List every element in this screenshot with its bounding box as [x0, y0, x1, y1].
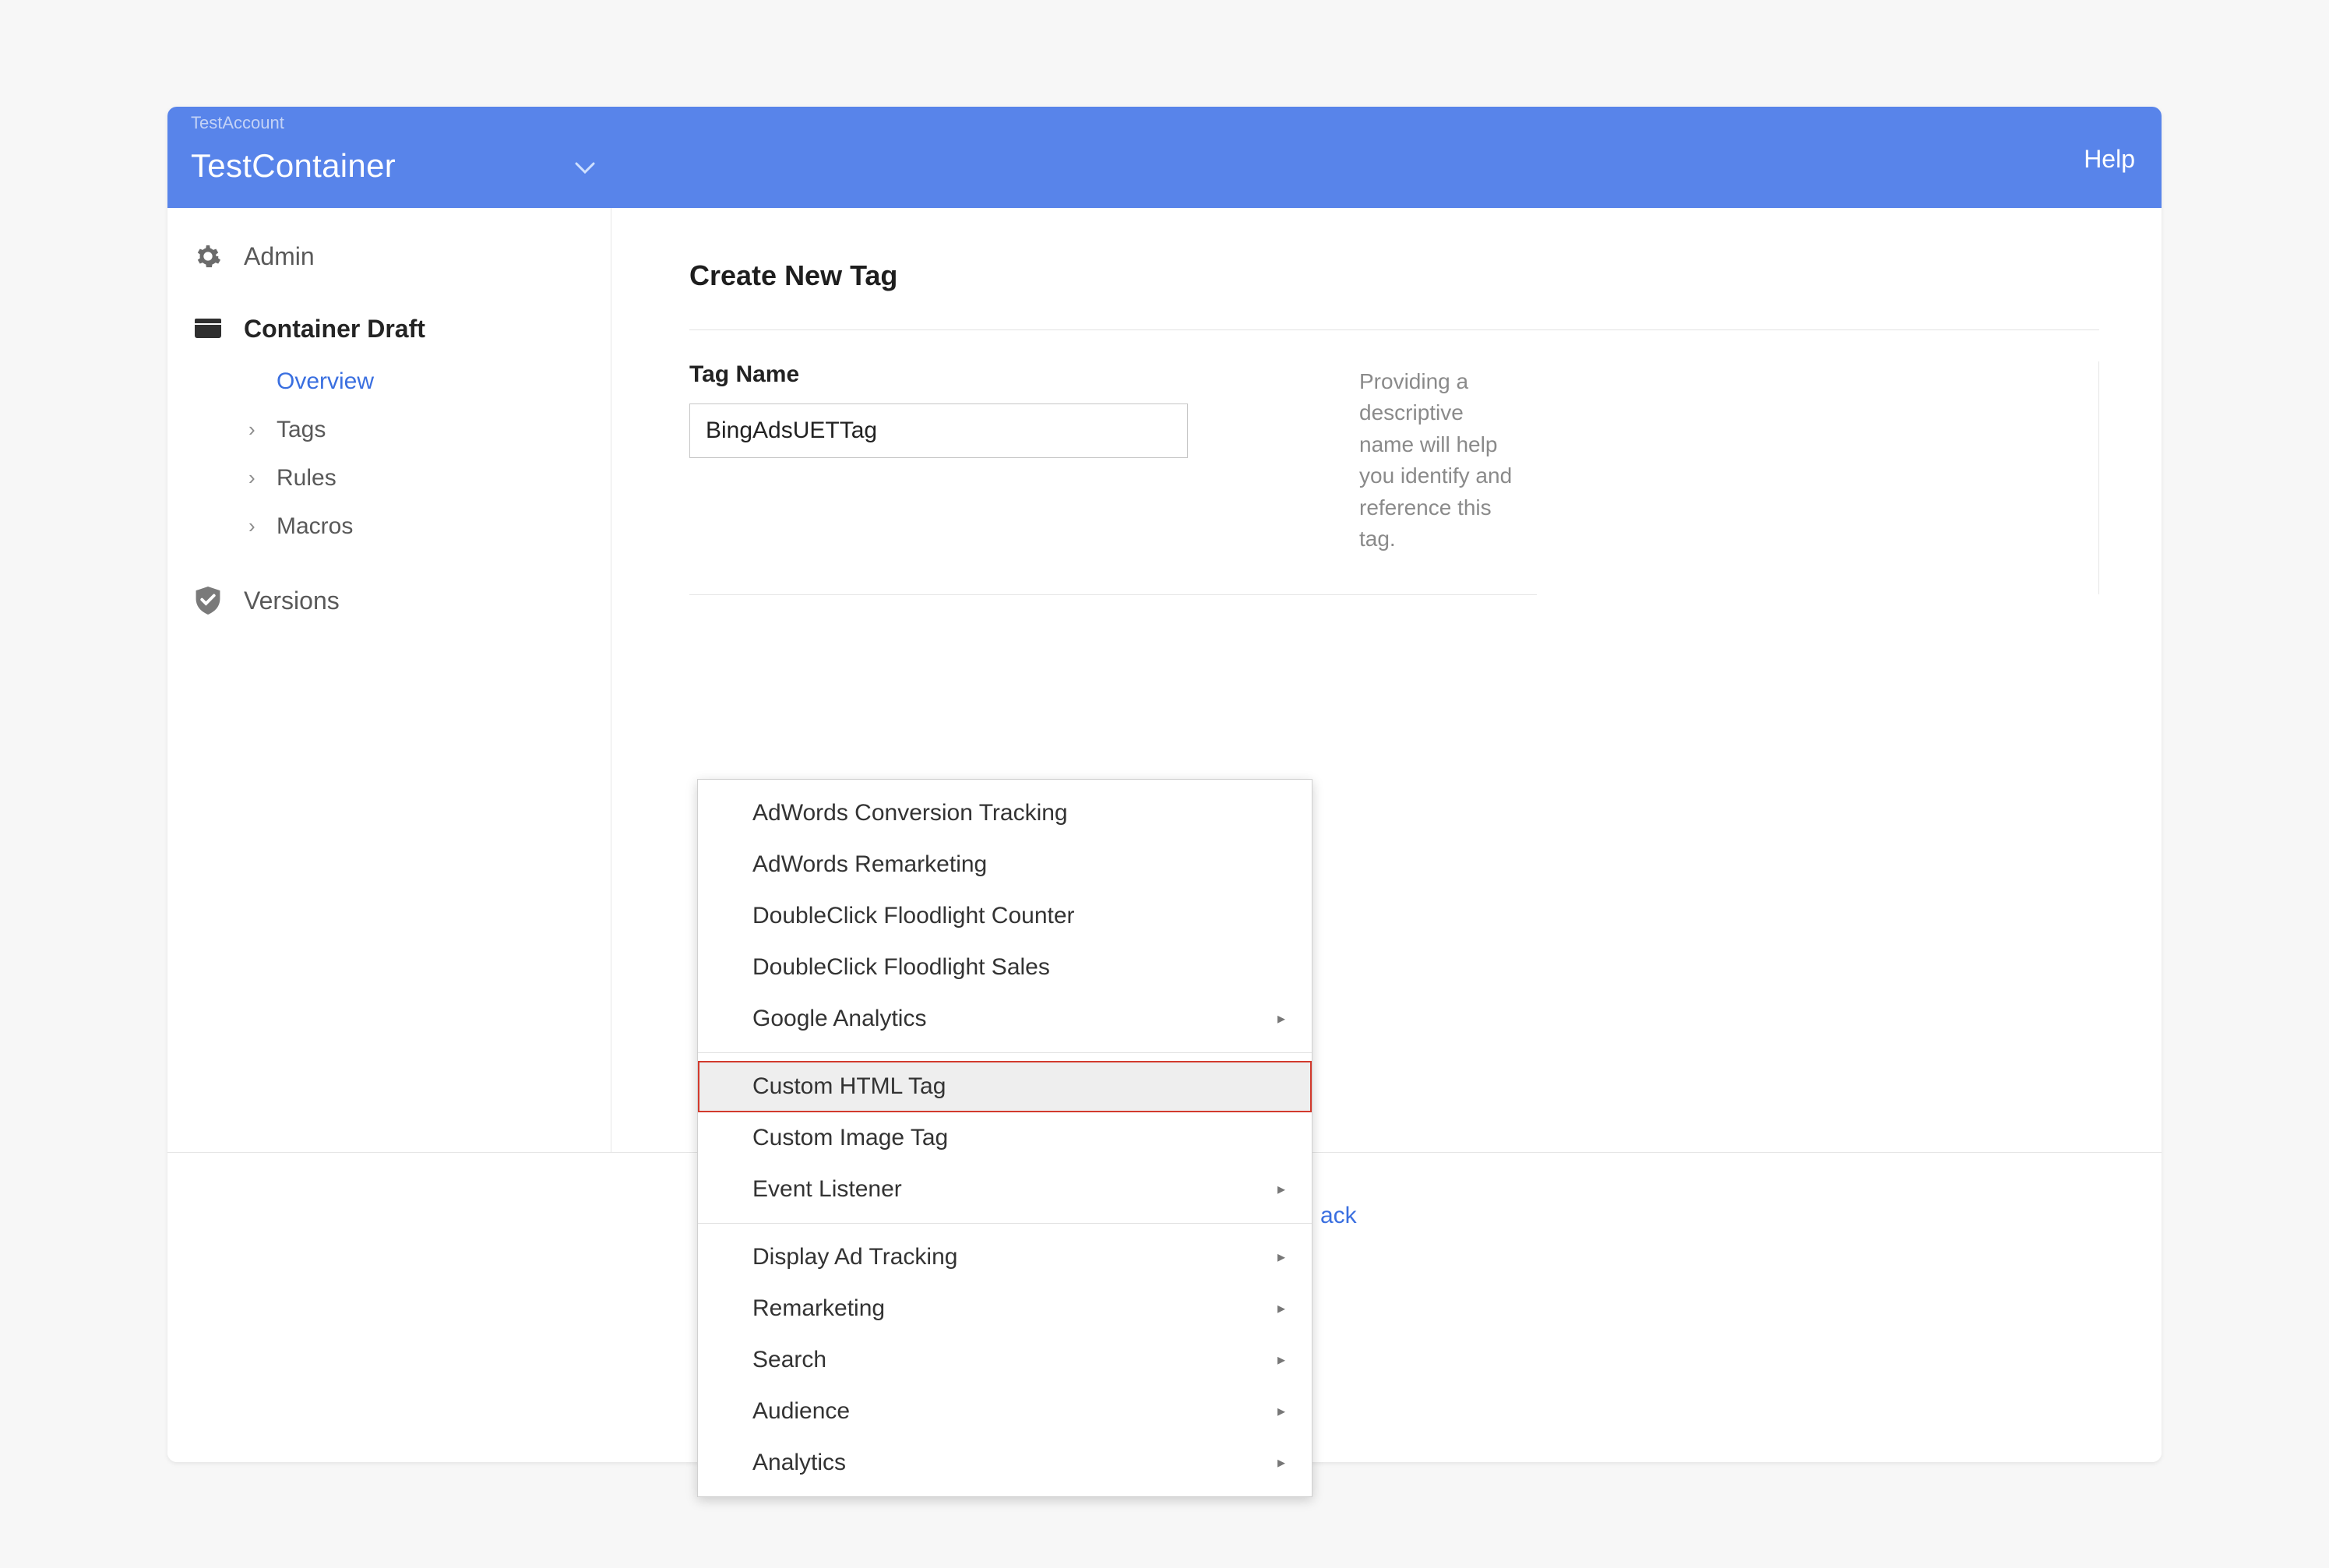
tag-name-input[interactable] — [689, 403, 1188, 458]
dropdown-item-label: AdWords Conversion Tracking — [752, 800, 1068, 826]
help-link[interactable]: Help — [2084, 140, 2135, 174]
folder-icon — [192, 318, 224, 340]
dropdown-item-adwords-conversion[interactable]: AdWords Conversion Tracking — [698, 788, 1312, 839]
dropdown-item-label: DoubleClick Floodlight Counter — [752, 903, 1075, 929]
submenu-arrow-icon: ▸ — [1277, 1009, 1285, 1028]
sidebar-item-macros[interactable]: › Macros — [248, 502, 611, 551]
page-title: Create New Tag — [689, 259, 2099, 292]
dropdown-item-doubleclick-counter[interactable]: DoubleClick Floodlight Counter — [698, 890, 1312, 942]
dropdown-item-label: Custom HTML Tag — [752, 1073, 946, 1100]
container-dropdown[interactable]: TestContainer — [191, 130, 396, 185]
feedback-link-fragment[interactable]: ack — [1320, 1203, 1357, 1229]
sidebar-container-draft[interactable]: Container Draft — [167, 301, 611, 358]
app-window: TestAccount TestContainer Help Admin — [167, 107, 2162, 1462]
dropdown-item-custom-html-tag[interactable]: Custom HTML Tag — [698, 1061, 1312, 1112]
dropdown-item-audience[interactable]: Audience ▸ — [698, 1386, 1312, 1437]
submenu-arrow-icon: ▸ — [1277, 1350, 1285, 1369]
sidebar-item-label: Overview — [277, 368, 374, 395]
top-bar: TestAccount TestContainer Help — [167, 107, 2162, 208]
sidebar-item-label: Rules — [277, 465, 336, 492]
dropdown-item-event-listener[interactable]: Event Listener ▸ — [698, 1164, 1312, 1215]
sidebar-item-label: Macros — [277, 513, 353, 540]
tag-name-row: Tag Name Providing a descriptive name wi… — [689, 361, 2099, 595]
chevron-right-icon: › — [248, 466, 277, 490]
dropdown-item-label: Event Listener — [752, 1176, 902, 1203]
submenu-arrow-icon: ▸ — [1277, 1298, 1285, 1318]
dropdown-item-label: Audience — [752, 1398, 850, 1425]
dropdown-item-label: DoubleClick Floodlight Sales — [752, 954, 1050, 981]
shield-check-icon — [192, 587, 224, 615]
divider — [689, 329, 2099, 330]
dropdown-item-adwords-remarketing[interactable]: AdWords Remarketing — [698, 839, 1312, 890]
dropdown-group-3: Display Ad Tracking ▸ Remarketing ▸ Search… — [698, 1224, 1312, 1496]
dropdown-item-label: AdWords Remarketing — [752, 851, 987, 878]
dropdown-item-label: Display Ad Tracking — [752, 1244, 957, 1270]
dropdown-item-doubleclick-sales[interactable]: DoubleClick Floodlight Sales — [698, 942, 1312, 993]
dropdown-item-analytics[interactable]: Analytics ▸ — [698, 1437, 1312, 1489]
dropdown-item-search[interactable]: Search ▸ — [698, 1334, 1312, 1386]
tag-name-label: Tag Name — [689, 361, 1359, 388]
sidebar-sublist: Overview › Tags › Rules › Macros — [167, 358, 611, 551]
submenu-arrow-icon: ▸ — [1277, 1247, 1285, 1267]
sidebar-item-label: Tags — [277, 417, 326, 443]
gear-icon — [192, 243, 224, 270]
dropdown-group-2: Custom HTML Tag Custom Image Tag Event L… — [698, 1053, 1312, 1223]
sidebar-item-overview[interactable]: Overview — [248, 358, 611, 406]
dropdown-item-label: Custom Image Tag — [752, 1125, 948, 1151]
sidebar-versions-label: Versions — [244, 587, 340, 615]
tag-type-dropdown: AdWords Conversion Tracking AdWords Rema… — [697, 779, 1312, 1497]
submenu-arrow-icon: ▸ — [1277, 1179, 1285, 1199]
dropdown-item-remarketing[interactable]: Remarketing ▸ — [698, 1283, 1312, 1334]
sidebar-admin[interactable]: Admin — [167, 228, 611, 285]
tag-name-hint: Providing a descriptive name will help y… — [1359, 361, 1523, 556]
dropdown-item-display-ad-tracking[interactable]: Display Ad Tracking ▸ — [698, 1231, 1312, 1283]
sidebar-item-rules[interactable]: › Rules — [248, 454, 611, 502]
sidebar-admin-label: Admin — [244, 242, 315, 271]
chevron-right-icon: › — [248, 514, 277, 538]
sidebar-versions[interactable]: Versions — [167, 573, 611, 629]
sidebar-item-tags[interactable]: › Tags — [248, 406, 611, 454]
dropdown-item-google-analytics[interactable]: Google Analytics ▸ — [698, 993, 1312, 1045]
dropdown-item-label: Google Analytics — [752, 1006, 926, 1032]
account-name: TestAccount — [191, 113, 284, 133]
dropdown-item-label: Remarketing — [752, 1295, 885, 1322]
dropdown-item-label: Analytics — [752, 1450, 846, 1476]
dropdown-item-custom-image-tag[interactable]: Custom Image Tag — [698, 1112, 1312, 1164]
submenu-arrow-icon: ▸ — [1277, 1453, 1285, 1472]
chevron-down-icon[interactable] — [575, 140, 595, 174]
chevron-right-icon: › — [248, 418, 277, 442]
sidebar-container-draft-label: Container Draft — [244, 315, 425, 344]
dropdown-group-1: AdWords Conversion Tracking AdWords Rema… — [698, 780, 1312, 1052]
submenu-arrow-icon: ▸ — [1277, 1401, 1285, 1421]
divider — [689, 594, 1537, 595]
dropdown-item-label: Search — [752, 1347, 826, 1373]
